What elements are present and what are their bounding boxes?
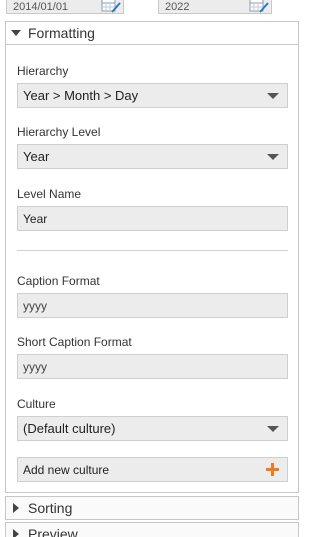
calendar-icon[interactable] <box>249 0 269 13</box>
hierarchy-label: Hierarchy <box>17 64 69 78</box>
dropdown-arrow-icon[interactable] <box>267 93 279 99</box>
preview-section-header[interactable]: Preview <box>5 522 299 537</box>
add-new-culture-button[interactable]: Add new culture <box>17 457 288 482</box>
formatting-section-label: Formatting <box>28 25 95 41</box>
culture-label: Culture <box>17 397 56 411</box>
preview-section-label: Preview <box>28 526 78 537</box>
caption-format-label: Caption Format <box>17 274 100 288</box>
caption-format-value: yyyy <box>23 298 47 313</box>
start-date-value: 2014/01/01 <box>13 1 69 13</box>
expanded-triangle-icon <box>6 30 26 36</box>
hierarchy-level-dropdown[interactable]: Year <box>17 144 288 169</box>
end-date-value: 2022 <box>165 1 190 13</box>
short-caption-format-value: yyyy <box>23 359 47 374</box>
short-caption-format-label: Short Caption Format <box>17 335 132 349</box>
caption-format-input[interactable]: yyyy <box>17 293 288 318</box>
collapsed-triangle-icon <box>6 503 26 513</box>
hierarchy-value: Year > Month > Day <box>23 88 139 103</box>
hierarchy-level-label: Hierarchy Level <box>17 125 101 139</box>
divider <box>17 250 288 251</box>
sorting-section-label: Sorting <box>28 500 73 516</box>
culture-dropdown[interactable]: (Default culture) <box>17 416 288 441</box>
level-name-value: Year <box>23 211 48 226</box>
add-new-culture-label: Add new culture <box>23 462 110 477</box>
hierarchy-dropdown[interactable]: Year > Month > Day <box>17 83 288 108</box>
sorting-section-header[interactable]: Sorting <box>5 496 299 520</box>
properties-panel: 2014/01/01 2022 Formatting Hierarchy Yea… <box>0 0 304 537</box>
hierarchy-level-value: Year <box>23 149 50 164</box>
start-date-field[interactable]: 2014/01/01 <box>6 0 124 14</box>
date-range-row: 2014/01/01 2022 <box>0 0 304 17</box>
formatting-section-header[interactable]: Formatting <box>5 21 299 45</box>
culture-value: (Default culture) <box>23 421 116 436</box>
end-date-field[interactable]: 2022 <box>158 0 272 14</box>
collapsed-triangle-icon <box>6 529 26 537</box>
dropdown-arrow-icon[interactable] <box>267 426 279 432</box>
dropdown-arrow-icon[interactable] <box>267 154 279 160</box>
calendar-icon[interactable] <box>101 0 121 13</box>
plus-icon <box>266 463 279 476</box>
level-name-input[interactable]: Year <box>17 206 288 231</box>
short-caption-format-input[interactable]: yyyy <box>17 354 288 379</box>
level-name-label: Level Name <box>17 187 82 201</box>
